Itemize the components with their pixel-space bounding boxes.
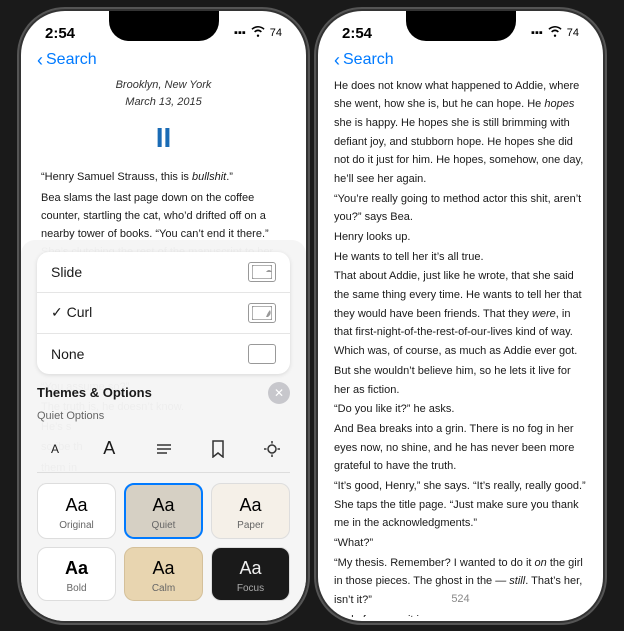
quiet-options-label: Quiet Options — [37, 410, 290, 422]
none-label: None — [51, 346, 84, 362]
theme-calm-label: Calm — [152, 583, 175, 594]
rp-2: “You’re really going to method actor thi… — [334, 190, 587, 227]
theme-original-label: Original — [59, 520, 93, 531]
bottom-panel: Slide ✓ Curl — [21, 240, 306, 621]
bookmark-button[interactable] — [200, 434, 236, 464]
slide-option-slide[interactable]: Slide — [37, 252, 290, 293]
theme-bold-label: Bold — [66, 583, 86, 594]
theme-quiet-label: Quiet — [152, 520, 176, 531]
theme-focus-text: Aa — [239, 558, 261, 579]
theme-card-bold[interactable]: Aa Bold — [37, 547, 116, 601]
brightness-button[interactable] — [254, 434, 290, 464]
wifi-icon — [251, 26, 265, 40]
nav-bar-right[interactable]: ‹ Search — [318, 46, 603, 77]
theme-calm-text: Aa — [152, 558, 174, 579]
time-left: 2:54 — [45, 25, 75, 42]
none-icon — [248, 344, 276, 364]
battery-icon-right: 74 — [567, 27, 579, 39]
themes-grid: Aa Original Aa Quiet Aa Paper Aa Bold Aa — [37, 483, 290, 601]
theme-card-original[interactable]: Aa Original — [37, 483, 116, 539]
slide-label: Slide — [51, 264, 82, 280]
time-right: 2:54 — [342, 25, 372, 42]
slide-option-curl[interactable]: ✓ Curl — [37, 293, 290, 334]
theme-paper-text: Aa — [239, 495, 261, 516]
rp-12: And of course, it is. — [334, 611, 587, 617]
nav-bar-left[interactable]: ‹ Search — [21, 46, 306, 77]
signal-icon-right: ▪▪▪ — [531, 27, 543, 39]
rp-3: Henry looks up. — [334, 228, 587, 247]
theme-quiet-text: Aa — [152, 495, 174, 516]
phones-container: 2:54 ▪▪▪ 74 ‹ Search — [11, 1, 613, 631]
right-book-text: He does not know what happened to Addie,… — [334, 77, 587, 617]
theme-bold-text: Aa — [65, 558, 88, 579]
theme-original-text: Aa — [65, 495, 87, 516]
font-decrease-button[interactable]: A — [37, 434, 73, 464]
back-button-right[interactable]: ‹ Search — [334, 50, 394, 71]
slide-icon — [248, 262, 276, 282]
notch — [109, 11, 219, 41]
status-icons-left: ▪▪▪ 74 — [234, 26, 282, 40]
rp-8: And Bea breaks into a grin. There is no … — [334, 420, 587, 476]
book-para-1: “Henry Samuel Strauss, this is bullshit.… — [41, 168, 286, 186]
close-button[interactable]: ✕ — [268, 382, 290, 404]
slide-option-none[interactable]: None — [37, 334, 290, 374]
rp-6: But she wouldn’t believe him, so he lets… — [334, 362, 587, 399]
battery-icon: 74 — [270, 27, 282, 39]
back-button-left[interactable]: ‹ Search — [37, 50, 97, 71]
back-label-right: Search — [343, 51, 394, 69]
right-phone: 2:54 ▪▪▪ 74 ‹ Search — [318, 11, 603, 621]
theme-card-calm[interactable]: Aa Calm — [124, 547, 203, 601]
rp-9: “It’s good, Henry,” she says. “It’s real… — [334, 477, 587, 533]
curl-label: ✓ Curl — [51, 304, 92, 321]
theme-card-paper[interactable]: Aa Paper — [211, 483, 290, 539]
theme-focus-label: Focus — [237, 583, 264, 594]
font-style-button[interactable] — [146, 434, 182, 464]
rp-5: That about Addie, just like he wrote, th… — [334, 267, 587, 360]
theme-paper-label: Paper — [237, 520, 264, 531]
curl-icon — [248, 303, 276, 323]
theme-card-quiet[interactable]: Aa Quiet — [124, 483, 203, 539]
toolbar-row: A A — [37, 428, 290, 473]
status-icons-right: ▪▪▪ 74 — [531, 26, 579, 40]
notch-right — [406, 11, 516, 41]
theme-card-focus[interactable]: Aa Focus — [211, 547, 290, 601]
rp-4: He wants to tell her it’s all true. — [334, 248, 587, 267]
font-increase-button[interactable]: A — [91, 434, 127, 464]
book-content-right: He does not know what happened to Addie,… — [318, 77, 603, 617]
chapter-number: II — [41, 116, 286, 161]
themes-row: Themes & Options ✕ — [37, 382, 290, 404]
rp-1: He does not know what happened to Addie,… — [334, 77, 587, 189]
left-phone: 2:54 ▪▪▪ 74 ‹ Search — [21, 11, 306, 621]
book-location: Brooklyn, New YorkMarch 13, 2015 — [41, 77, 286, 112]
back-arrow-icon-right: ‹ — [334, 50, 340, 71]
rp-7: “Do you like it?” he asks. — [334, 400, 587, 419]
slide-options: Slide ✓ Curl — [37, 252, 290, 374]
back-label-left: Search — [46, 51, 97, 69]
rp-10: “What?” — [334, 534, 587, 553]
page-number: 524 — [318, 593, 603, 605]
back-arrow-icon: ‹ — [37, 50, 43, 71]
themes-label: Themes & Options — [37, 385, 152, 400]
signal-icon: ▪▪▪ — [234, 27, 246, 39]
wifi-icon-right — [548, 26, 562, 40]
